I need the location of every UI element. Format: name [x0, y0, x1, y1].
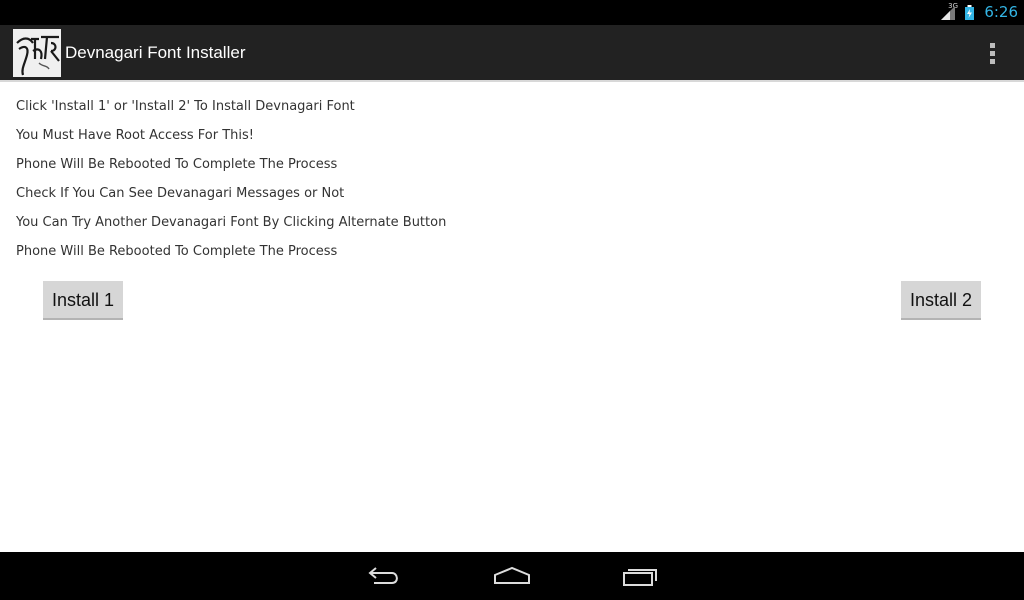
instructions: Click 'Install 1' or 'Install 2' To Inst…	[16, 96, 1006, 270]
status-icons: 6:26	[941, 0, 1018, 25]
navigation-bar	[0, 552, 1024, 600]
instruction-line: Check If You Can See Devanagari Messages…	[16, 186, 345, 201]
status-bar: 3G 6:26	[0, 0, 1024, 25]
app-logo-icon[interactable]	[13, 29, 61, 77]
instruction-line: Click 'Install 1' or 'Install 2' To Inst…	[16, 99, 355, 114]
menu-dot	[989, 50, 995, 56]
instruction-line: You Can Try Another Devanagari Font By C…	[16, 215, 447, 230]
install-2-button[interactable]: Install 2	[901, 281, 981, 320]
battery-charging-icon	[965, 5, 975, 20]
signal-icon	[941, 5, 956, 20]
home-icon[interactable]	[492, 560, 532, 592]
recents-glyph	[623, 569, 657, 586]
menu-dot	[989, 58, 995, 64]
overflow-menu-icon[interactable]	[980, 39, 1004, 67]
install-1-button[interactable]: Install 1	[43, 281, 123, 320]
instruction-line: You Must Have Root Access For This!	[16, 128, 255, 143]
instruction-line: Phone Will Be Rebooted To Complete The P…	[16, 244, 338, 259]
app-logo-glyph	[13, 29, 61, 77]
instruction-line: Phone Will Be Rebooted To Complete The P…	[16, 157, 338, 172]
back-icon[interactable]	[364, 560, 404, 592]
recents-icon[interactable]	[620, 560, 660, 592]
screen: 3G 6:26 Devnagari Font Installer Click '…	[0, 0, 1024, 600]
action-bar: Devnagari Font Installer	[0, 25, 1024, 82]
menu-dot	[989, 42, 995, 48]
back-glyph	[368, 567, 398, 584]
app-title: Devnagari Font Installer	[65, 43, 246, 62]
status-clock: 6:26	[984, 3, 1018, 21]
home-glyph	[494, 566, 530, 584]
